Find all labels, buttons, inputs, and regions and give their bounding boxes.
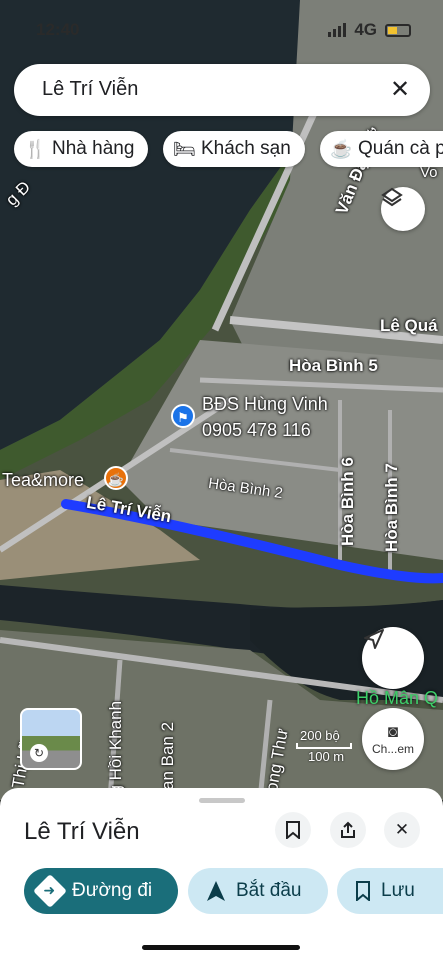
navigation-icon [207,881,225,901]
directions-button[interactable]: ➜ Đường đi [24,868,178,914]
chip-restaurants[interactable]: 🍴 Nhà hàng [14,131,149,167]
camera-icon: ◙ [387,721,399,741]
flag-pin-icon[interactable]: ⚑ [171,404,195,428]
clock: 12:40 [36,20,80,39]
drag-handle[interactable] [199,798,245,803]
street-label-le-qua: Lê Quá [380,316,438,335]
chip-label: Nhà hàng [52,138,135,159]
chip-label: Khách sạn [201,138,291,159]
place-title: Lê Trí Viễn [24,818,140,845]
coffee-pin-icon[interactable]: ☕ [104,466,128,490]
lens-button[interactable]: ◙ Ch...em [362,708,424,770]
search-box[interactable]: Lê Trí Viễn ✕ [14,64,430,116]
save-button[interactable]: Lưu [337,868,443,914]
bookmark-icon [286,821,300,839]
my-location-button[interactable] [362,627,424,689]
poi-name-lake[interactable]: Hồ Mân Q [356,688,438,709]
chip-hotels[interactable]: 🛏 Khách sạn [163,131,305,167]
poi-name-tea-more[interactable]: Tea&more [2,470,84,491]
satellite-map[interactable]: 12:40 4G Văn Đại Nữ Lê Quá Hòa Bình 5 Hò… [0,0,443,800]
street-view-thumbnail[interactable]: ↻ [20,708,82,770]
battery-icon [385,23,411,37]
share-button[interactable] [330,812,366,848]
navigation-arrow-icon [364,629,384,649]
bookmark-icon [356,881,370,901]
hotel-icon: 🛏 [173,138,196,159]
network-type: 4G [354,20,377,39]
street-label-hoi-khanh: ng Hồi Khanh [106,700,125,800]
bookmark-button[interactable] [275,812,311,848]
close-icon[interactable]: ✕ [386,76,414,104]
save-label: Lưu [381,880,415,901]
coffee-icon: ☕ [330,138,353,159]
chip-label: Quán cà p [358,138,443,159]
layers-icon [381,187,403,207]
poi-name-bds-hung-vinh[interactable]: BĐS Hùng Vinh [202,394,328,415]
lens-label: Ch...em [371,741,414,756]
street-label-hoa-binh-5: Hòa Bình 5 [289,356,378,375]
chip-coffee[interactable]: ☕ Quán cà p [320,131,443,167]
layers-button[interactable] [381,187,425,231]
directions-icon: ➜ [33,874,67,908]
place-sheet[interactable]: Lê Trí Viễn ✕ ➜ Đường đi Bắt đầu Lưu [0,788,443,960]
restaurant-icon: 🍴 [24,138,47,159]
start-button[interactable]: Bắt đầu [188,868,328,914]
share-icon [341,821,355,838]
status-bar: 12:40 4G [0,18,443,42]
search-query[interactable]: Lê Trí Viễn [42,78,138,101]
close-sheet-button[interactable]: ✕ [384,812,420,848]
street-label-hoa-binh-7: Hòa Bình 7 [382,463,401,552]
poi-phone: 0905 478 116 [202,420,311,440]
map-scale: 200 bộ 100 m [296,728,352,764]
start-label: Bắt đầu [236,880,302,901]
close-icon: ✕ [394,820,410,839]
rotate-360-icon: ↻ [30,744,48,762]
street-label-hoa-binh-6: Hòa Bình 6 [338,457,357,546]
home-indicator [142,945,300,950]
directions-label: Đường đi [72,880,153,901]
signal-icon [328,23,347,37]
street-label-ban-2: an Ban 2 [158,721,177,790]
